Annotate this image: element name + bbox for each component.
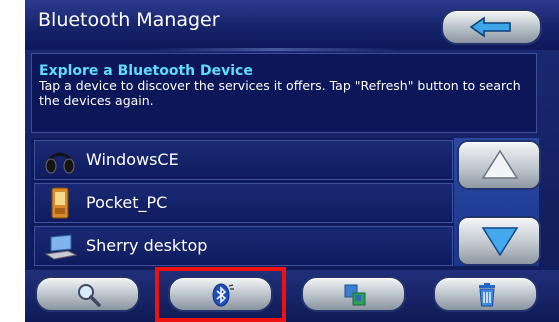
device-row-windowsce[interactable]: WindowsCE <box>34 140 453 180</box>
device-row-pocket-pc[interactable]: Pocket_PC <box>34 183 453 223</box>
scroll-up-button[interactable] <box>457 140 541 190</box>
delete-button[interactable] <box>433 276 538 312</box>
highlight-box <box>155 267 286 322</box>
triangle-down-icon <box>481 227 519 257</box>
back-arrow-icon <box>469 16 511 38</box>
back-button[interactable] <box>441 9 542 45</box>
info-heading: Explore a Bluetooth Device <box>39 63 253 79</box>
device-name: WindowsCE <box>86 150 179 169</box>
title-swoosh-decoration <box>150 48 400 51</box>
connect-devices-icon <box>344 284 366 306</box>
info-panel: Explore a Bluetooth Device Tap a device … <box>31 53 537 133</box>
scroll-down-button[interactable] <box>457 216 541 266</box>
magnifier-icon <box>78 284 101 307</box>
trash-icon <box>479 283 495 307</box>
window-title: Bluetooth Manager <box>38 9 220 31</box>
connect-button[interactable] <box>301 276 406 312</box>
headset-icon <box>43 143 77 177</box>
pda-icon <box>43 186 77 220</box>
device-name: Pocket_PC <box>86 193 168 212</box>
device-row-sherry-desktop[interactable]: Sherry desktop <box>34 226 453 266</box>
search-button[interactable] <box>35 276 140 312</box>
device-name: Sherry desktop <box>86 236 208 255</box>
laptop-icon <box>43 229 78 263</box>
info-description: Tap a device to discover the services it… <box>39 78 521 108</box>
triangle-up-icon <box>481 149 519 179</box>
